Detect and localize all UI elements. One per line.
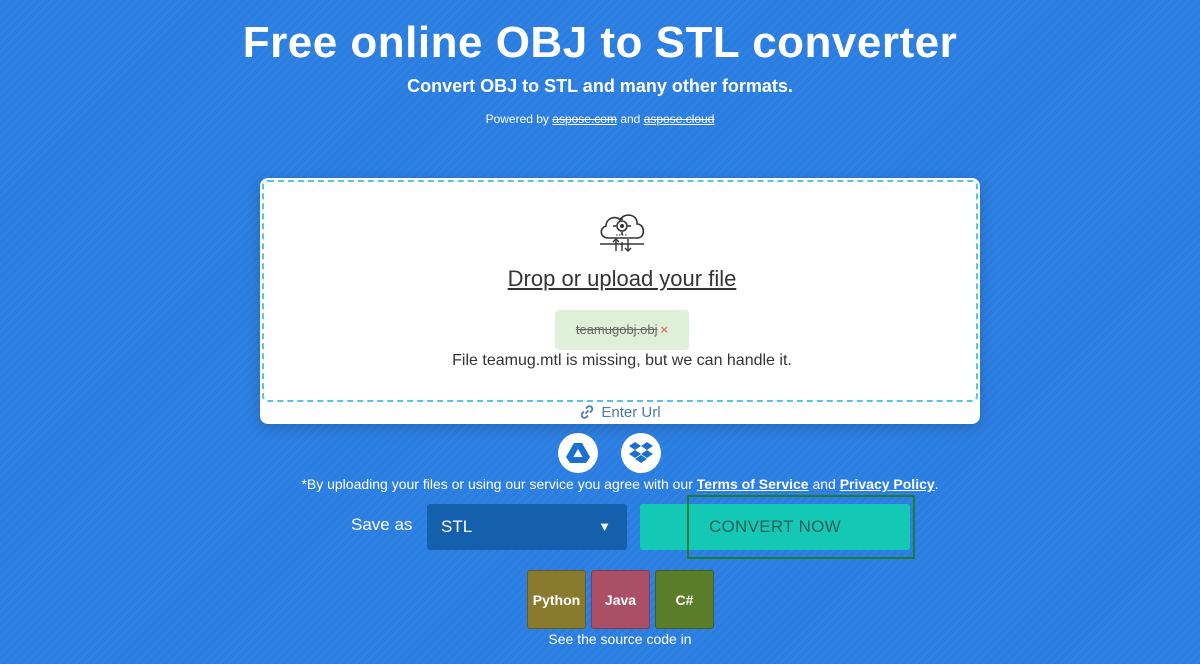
agreement-and: and xyxy=(812,476,836,492)
agreement-suffix: . xyxy=(934,476,939,492)
source-code-note: See the source code in xyxy=(548,631,692,647)
aspose-cloud-link[interactable]: aspose.cloud xyxy=(644,112,715,126)
enter-url-label: Enter Url xyxy=(601,404,661,421)
cloud-upload-icon xyxy=(600,214,645,252)
powered-and: and xyxy=(620,112,641,126)
page-title: Free online OBJ to STL converter xyxy=(242,18,958,67)
powered-prefix: Powered by xyxy=(485,112,549,126)
selected-format: STL xyxy=(441,517,473,536)
powered-by: Powered by aspose.com and aspose.cloud xyxy=(0,112,1200,126)
enter-url-link[interactable]: Enter Url xyxy=(260,404,980,421)
terms-of-service-link[interactable]: Terms of Service xyxy=(697,476,809,492)
java-source-button[interactable]: Java xyxy=(591,570,650,629)
file-name: teamugobj.obj xyxy=(575,322,658,337)
drop-upload-link[interactable]: Drop or upload your file xyxy=(264,266,980,292)
privacy-policy-link[interactable]: Privacy Policy xyxy=(840,476,935,492)
google-drive-icon xyxy=(566,443,590,463)
chevron-down-icon: ▼ xyxy=(598,519,611,534)
highlight-box xyxy=(687,495,915,559)
upload-card: Drop or upload your file teamugobj.obj × … xyxy=(260,178,980,424)
missing-file-message: File teamug.mtl is missing, but we can h… xyxy=(452,352,792,369)
csharp-source-button[interactable]: C# xyxy=(655,570,714,629)
page-subtitle: Convert OBJ to STL and many other format… xyxy=(407,76,793,96)
aspose-com-link[interactable]: aspose.com xyxy=(552,112,617,126)
format-select[interactable]: STL ▼ xyxy=(427,504,627,550)
save-as-label: Save as xyxy=(351,515,413,534)
google-drive-button[interactable] xyxy=(558,433,598,473)
dropbox-icon xyxy=(629,442,653,463)
drop-zone[interactable]: Drop or upload your file teamugobj.obj × … xyxy=(262,180,978,402)
python-source-button[interactable]: Python xyxy=(527,570,586,629)
link-icon xyxy=(581,405,594,419)
agreement-text: *By uploading your files or using our se… xyxy=(0,476,1200,492)
remove-file-icon[interactable]: × xyxy=(661,322,669,337)
agreement-prefix: *By uploading your files or using our se… xyxy=(301,476,693,492)
dropbox-button[interactable] xyxy=(621,433,661,473)
file-chip: teamugobj.obj × xyxy=(555,310,689,350)
